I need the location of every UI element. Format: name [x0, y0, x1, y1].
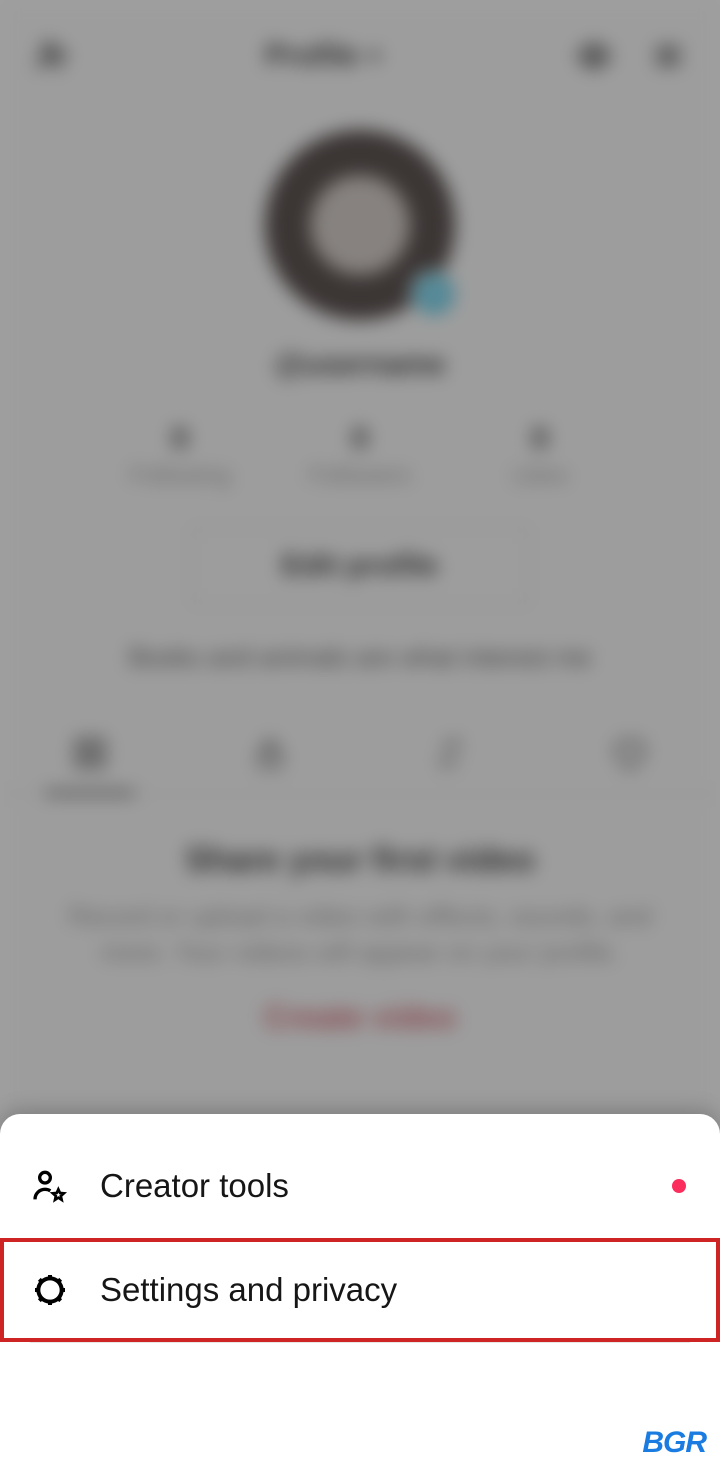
sheet-item-creator-tools[interactable]: Creator tools	[0, 1134, 720, 1238]
notification-dot	[672, 1179, 686, 1193]
watermark: BGR	[642, 1426, 706, 1460]
sheet-divider	[30, 1342, 690, 1343]
sheet-item-settings-privacy[interactable]: Settings and privacy	[0, 1238, 720, 1342]
gear-icon	[30, 1270, 100, 1310]
person-star-icon	[30, 1166, 100, 1206]
sheet-item-label: Settings and privacy	[100, 1271, 397, 1309]
bottom-sheet: Creator tools Settings and privacy	[0, 1114, 720, 1466]
sheet-item-label: Creator tools	[100, 1167, 289, 1205]
